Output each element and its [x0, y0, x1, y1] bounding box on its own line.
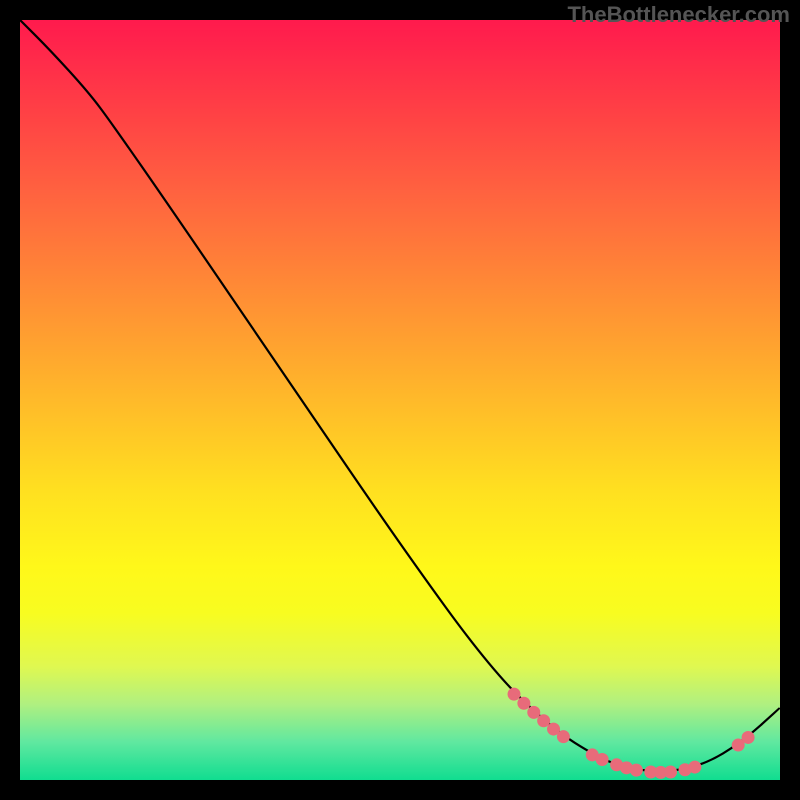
data-marker: [527, 706, 540, 719]
data-marker: [664, 766, 677, 779]
data-marker: [596, 753, 609, 766]
plot-area: [20, 20, 780, 780]
data-marker: [688, 761, 701, 774]
data-marker: [537, 714, 550, 727]
chart-container: TheBottlenecker.com: [0, 0, 800, 800]
chart-svg: [20, 20, 780, 780]
bottleneck-curve: [20, 20, 780, 771]
data-marker: [517, 697, 530, 710]
data-marker: [742, 731, 755, 744]
data-markers: [508, 688, 755, 779]
data-marker: [508, 688, 521, 701]
attribution-label: TheBottlenecker.com: [567, 2, 790, 28]
data-marker: [630, 764, 643, 777]
data-marker: [557, 730, 570, 743]
